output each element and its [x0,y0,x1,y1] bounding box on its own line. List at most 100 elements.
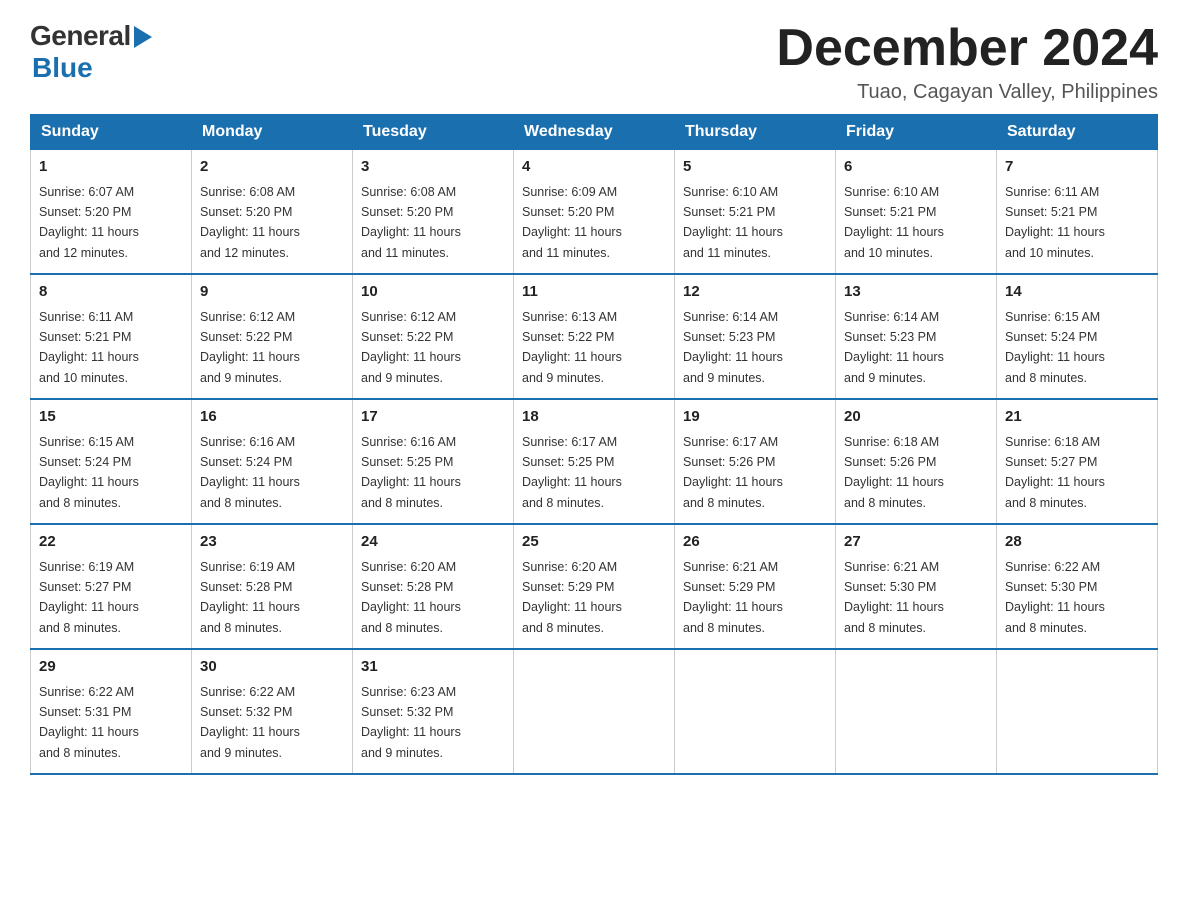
calendar-cell: 21 Sunrise: 6:18 AMSunset: 5:27 PMDaylig… [997,399,1158,524]
day-info: Sunrise: 6:14 AMSunset: 5:23 PMDaylight:… [683,310,783,385]
day-info: Sunrise: 6:21 AMSunset: 5:30 PMDaylight:… [844,560,944,635]
calendar-cell: 4 Sunrise: 6:09 AMSunset: 5:20 PMDayligh… [514,150,675,275]
day-info: Sunrise: 6:09 AMSunset: 5:20 PMDaylight:… [522,185,622,260]
calendar-cell: 30 Sunrise: 6:22 AMSunset: 5:32 PMDaylig… [192,649,353,774]
logo-blue-text: Blue [30,52,93,84]
day-info: Sunrise: 6:08 AMSunset: 5:20 PMDaylight:… [200,185,300,260]
calendar-cell: 20 Sunrise: 6:18 AMSunset: 5:26 PMDaylig… [836,399,997,524]
day-info: Sunrise: 6:16 AMSunset: 5:25 PMDaylight:… [361,435,461,510]
day-info: Sunrise: 6:10 AMSunset: 5:21 PMDaylight:… [683,185,783,260]
logo-general-text: General [30,20,131,52]
day-info: Sunrise: 6:13 AMSunset: 5:22 PMDaylight:… [522,310,622,385]
day-number: 15 [39,406,183,429]
calendar-cell: 1 Sunrise: 6:07 AMSunset: 5:20 PMDayligh… [31,150,192,275]
day-info: Sunrise: 6:10 AMSunset: 5:21 PMDaylight:… [844,185,944,260]
calendar-cell: 18 Sunrise: 6:17 AMSunset: 5:25 PMDaylig… [514,399,675,524]
day-number: 16 [200,406,344,429]
day-header-tuesday: Tuesday [353,115,514,150]
day-number: 14 [1005,281,1149,304]
day-header-monday: Monday [192,115,353,150]
subtitle: Tuao, Cagayan Valley, Philippines [776,81,1158,104]
day-info: Sunrise: 6:12 AMSunset: 5:22 PMDaylight:… [200,310,300,385]
page-header: General Blue December 2024 Tuao, Cagayan… [30,20,1158,104]
calendar-cell [514,649,675,774]
calendar-cell: 5 Sunrise: 6:10 AMSunset: 5:21 PMDayligh… [675,150,836,275]
day-info: Sunrise: 6:21 AMSunset: 5:29 PMDaylight:… [683,560,783,635]
calendar-header: SundayMondayTuesdayWednesdayThursdayFrid… [31,115,1158,150]
calendar-cell [675,649,836,774]
calendar-week-4: 22 Sunrise: 6:19 AMSunset: 5:27 PMDaylig… [31,524,1158,649]
day-number: 9 [200,281,344,304]
day-info: Sunrise: 6:18 AMSunset: 5:27 PMDaylight:… [1005,435,1105,510]
day-number: 31 [361,656,505,679]
day-info: Sunrise: 6:14 AMSunset: 5:23 PMDaylight:… [844,310,944,385]
calendar-cell: 7 Sunrise: 6:11 AMSunset: 5:21 PMDayligh… [997,150,1158,275]
day-info: Sunrise: 6:18 AMSunset: 5:26 PMDaylight:… [844,435,944,510]
day-number: 1 [39,156,183,179]
day-number: 28 [1005,531,1149,554]
day-number: 21 [1005,406,1149,429]
calendar-body: 1 Sunrise: 6:07 AMSunset: 5:20 PMDayligh… [31,150,1158,775]
calendar-cell [836,649,997,774]
calendar-cell: 14 Sunrise: 6:15 AMSunset: 5:24 PMDaylig… [997,274,1158,399]
title-area: December 2024 Tuao, Cagayan Valley, Phil… [776,20,1158,104]
calendar-cell: 16 Sunrise: 6:16 AMSunset: 5:24 PMDaylig… [192,399,353,524]
calendar-table: SundayMondayTuesdayWednesdayThursdayFrid… [30,114,1158,775]
calendar-cell: 3 Sunrise: 6:08 AMSunset: 5:20 PMDayligh… [353,150,514,275]
day-number: 18 [522,406,666,429]
calendar-cell: 12 Sunrise: 6:14 AMSunset: 5:23 PMDaylig… [675,274,836,399]
day-info: Sunrise: 6:22 AMSunset: 5:30 PMDaylight:… [1005,560,1105,635]
day-number: 19 [683,406,827,429]
calendar-cell: 19 Sunrise: 6:17 AMSunset: 5:26 PMDaylig… [675,399,836,524]
calendar-cell: 25 Sunrise: 6:20 AMSunset: 5:29 PMDaylig… [514,524,675,649]
day-header-wednesday: Wednesday [514,115,675,150]
calendar-cell: 26 Sunrise: 6:21 AMSunset: 5:29 PMDaylig… [675,524,836,649]
day-info: Sunrise: 6:20 AMSunset: 5:28 PMDaylight:… [361,560,461,635]
calendar-week-3: 15 Sunrise: 6:15 AMSunset: 5:24 PMDaylig… [31,399,1158,524]
calendar-cell: 9 Sunrise: 6:12 AMSunset: 5:22 PMDayligh… [192,274,353,399]
day-number: 13 [844,281,988,304]
day-number: 7 [1005,156,1149,179]
day-info: Sunrise: 6:22 AMSunset: 5:32 PMDaylight:… [200,685,300,760]
day-info: Sunrise: 6:15 AMSunset: 5:24 PMDaylight:… [39,435,139,510]
calendar-cell [997,649,1158,774]
day-number: 12 [683,281,827,304]
days-of-week-row: SundayMondayTuesdayWednesdayThursdayFrid… [31,115,1158,150]
calendar-cell: 17 Sunrise: 6:16 AMSunset: 5:25 PMDaylig… [353,399,514,524]
day-number: 30 [200,656,344,679]
day-info: Sunrise: 6:17 AMSunset: 5:25 PMDaylight:… [522,435,622,510]
calendar-cell: 24 Sunrise: 6:20 AMSunset: 5:28 PMDaylig… [353,524,514,649]
day-info: Sunrise: 6:19 AMSunset: 5:28 PMDaylight:… [200,560,300,635]
calendar-cell: 27 Sunrise: 6:21 AMSunset: 5:30 PMDaylig… [836,524,997,649]
calendar-week-5: 29 Sunrise: 6:22 AMSunset: 5:31 PMDaylig… [31,649,1158,774]
day-info: Sunrise: 6:22 AMSunset: 5:31 PMDaylight:… [39,685,139,760]
calendar-cell: 13 Sunrise: 6:14 AMSunset: 5:23 PMDaylig… [836,274,997,399]
day-info: Sunrise: 6:16 AMSunset: 5:24 PMDaylight:… [200,435,300,510]
logo: General Blue [30,20,152,84]
calendar-cell: 10 Sunrise: 6:12 AMSunset: 5:22 PMDaylig… [353,274,514,399]
calendar-cell: 28 Sunrise: 6:22 AMSunset: 5:30 PMDaylig… [997,524,1158,649]
logo-arrow-icon [131,24,152,48]
day-number: 29 [39,656,183,679]
day-number: 25 [522,531,666,554]
day-number: 4 [522,156,666,179]
day-number: 22 [39,531,183,554]
day-info: Sunrise: 6:19 AMSunset: 5:27 PMDaylight:… [39,560,139,635]
day-info: Sunrise: 6:11 AMSunset: 5:21 PMDaylight:… [1005,185,1105,260]
day-info: Sunrise: 6:17 AMSunset: 5:26 PMDaylight:… [683,435,783,510]
day-number: 24 [361,531,505,554]
day-number: 8 [39,281,183,304]
calendar-cell: 23 Sunrise: 6:19 AMSunset: 5:28 PMDaylig… [192,524,353,649]
day-header-sunday: Sunday [31,115,192,150]
logo-top: General [30,20,152,52]
day-number: 20 [844,406,988,429]
day-number: 11 [522,281,666,304]
calendar-cell: 8 Sunrise: 6:11 AMSunset: 5:21 PMDayligh… [31,274,192,399]
day-info: Sunrise: 6:20 AMSunset: 5:29 PMDaylight:… [522,560,622,635]
day-header-friday: Friday [836,115,997,150]
day-number: 3 [361,156,505,179]
calendar-cell: 11 Sunrise: 6:13 AMSunset: 5:22 PMDaylig… [514,274,675,399]
calendar-cell: 31 Sunrise: 6:23 AMSunset: 5:32 PMDaylig… [353,649,514,774]
day-info: Sunrise: 6:23 AMSunset: 5:32 PMDaylight:… [361,685,461,760]
day-info: Sunrise: 6:08 AMSunset: 5:20 PMDaylight:… [361,185,461,260]
